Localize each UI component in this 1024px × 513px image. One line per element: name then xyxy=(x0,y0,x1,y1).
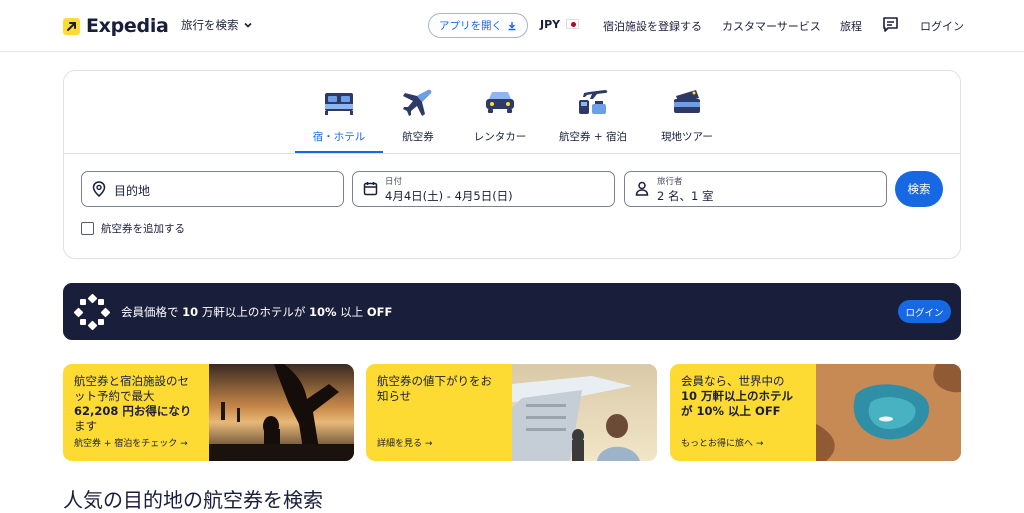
customer-service-link[interactable]: カスタマーサービス xyxy=(722,18,821,34)
promo-card-price-alert[interactable]: 航空券の値下がりをお 知らせ 詳細を見る → xyxy=(366,364,657,461)
tab-activities[interactable]: 現地ツアー xyxy=(654,85,720,144)
currency-selector[interactable]: JPY xyxy=(540,18,580,31)
logo-arrow-icon xyxy=(63,17,80,35)
download-icon xyxy=(508,21,516,30)
tab-flights-label: 航空券 xyxy=(402,131,434,143)
promo-card-package[interactable]: 航空券と宿泊施設のセ ット予約で最大 62,208 円お得になり ます 航空券 + 宿… xyxy=(63,364,354,461)
tab-stays[interactable]: 宿・ホテル xyxy=(301,85,377,144)
tab-flights[interactable]: 航空券 xyxy=(390,85,446,144)
login-link[interactable]: ログイン xyxy=(920,18,964,34)
banner-text: 会員価格で 10 万軒以上のホテルが 10% 以上 OFF xyxy=(121,305,393,319)
top-header: Expedia 旅行を検索 アプリを開く JPY 宿泊施設を登録する カスタマー… xyxy=(0,0,1024,52)
member-banner: 会員価格で 10 万軒以上のホテルが 10% 以上 OFF ログイン xyxy=(63,283,961,340)
arrow-right-icon: → xyxy=(180,439,188,449)
add-flight-checkbox[interactable] xyxy=(81,222,94,235)
tab-packages[interactable]: 航空券 + 宿泊 xyxy=(557,85,629,144)
promo-text: 航空券と宿泊施設のセ ット予約で最大 62,208 円お得になり ます xyxy=(74,374,192,433)
active-tab-indicator xyxy=(295,151,383,153)
dates-field[interactable]: 日付 4月4日(土) - 4月5日(日) xyxy=(352,171,615,207)
open-app-label: アプリを開く xyxy=(439,20,502,32)
flight-hotel-icon xyxy=(557,85,629,119)
add-flight-option[interactable]: 航空券を追加する xyxy=(81,221,185,236)
promo-card-member[interactable]: 会員なら、世界中の 10 万軒以上のホテルが 10% 以上 OFF もっとお得に旅… xyxy=(670,364,961,461)
product-tabs: 宿・ホテル 航空券 レンタカー 航空券 + 宿泊 現地ツアー xyxy=(64,71,960,154)
search-card: 宿・ホテル 航空券 レンタカー 航空券 + 宿泊 現地ツアー 目的地 日付 4月… xyxy=(63,70,961,259)
destination-field[interactable]: 目的地 xyxy=(81,171,344,207)
calendar-icon xyxy=(363,182,378,196)
ticket-icon xyxy=(654,85,720,119)
promo-link[interactable]: 詳細を見る → xyxy=(377,436,432,449)
currency-label: JPY xyxy=(540,18,561,31)
travelers-label: 旅行者 xyxy=(657,177,683,187)
trips-link[interactable]: 旅程 xyxy=(840,18,862,34)
chevron-down-icon xyxy=(243,22,252,28)
promo-text: 会員なら、世界中の 10 万軒以上のホテルが 10% 以上 OFF xyxy=(681,374,794,418)
list-property-link[interactable]: 宿泊施設を登録する xyxy=(603,18,702,34)
trip-search-menu[interactable]: 旅行を検索 xyxy=(181,17,253,33)
airplane-icon xyxy=(390,85,446,119)
promo-text: 航空券の値下がりをお 知らせ xyxy=(377,374,492,403)
search-button[interactable]: 検索 xyxy=(895,171,943,207)
open-app-button[interactable]: アプリを開く xyxy=(428,13,528,38)
promo-link[interactable]: もっとお得に旅へ → xyxy=(681,436,763,449)
location-pin-icon xyxy=(92,181,106,197)
tab-cars-label: レンタカー xyxy=(473,131,527,143)
banner-login-button[interactable]: ログイン xyxy=(898,300,951,323)
tab-activities-label: 現地ツアー xyxy=(661,131,713,143)
bed-icon xyxy=(301,85,377,119)
dates-value: 4月4日(土) - 4月5日(日) xyxy=(385,189,513,203)
tab-cars[interactable]: レンタカー xyxy=(467,85,533,144)
section-title: 人気の目的地の航空券を検索 xyxy=(63,488,323,512)
travelers-value: 2 名、1 室 xyxy=(657,189,714,203)
logo-text: Expedia xyxy=(86,15,169,37)
tab-stays-label: 宿・ホテル xyxy=(312,131,366,143)
expedia-logo[interactable]: Expedia xyxy=(63,15,169,37)
trip-search-label: 旅行を検索 xyxy=(181,18,239,32)
tab-packages-label: 航空券 + 宿泊 xyxy=(559,131,627,143)
sunset-beach-image xyxy=(209,364,354,461)
arrow-right-icon: → xyxy=(755,439,764,449)
travelers-field[interactable]: 旅行者 2 名、1 室 xyxy=(624,171,887,207)
promo-link[interactable]: 航空券 + 宿泊をチェック → xyxy=(74,436,188,449)
person-icon xyxy=(635,181,649,196)
member-badge-icon xyxy=(73,293,111,331)
destination-placeholder: 目的地 xyxy=(114,184,151,198)
arrow-right-icon: → xyxy=(424,439,433,449)
coastal-cliff-image xyxy=(816,364,961,461)
japan-flag-icon xyxy=(566,19,580,29)
dates-label: 日付 xyxy=(385,177,403,187)
car-icon xyxy=(467,85,533,119)
add-flight-label: 航空券を追加する xyxy=(101,223,185,235)
airport-boarding-image xyxy=(512,364,657,461)
message-icon[interactable] xyxy=(882,16,899,37)
